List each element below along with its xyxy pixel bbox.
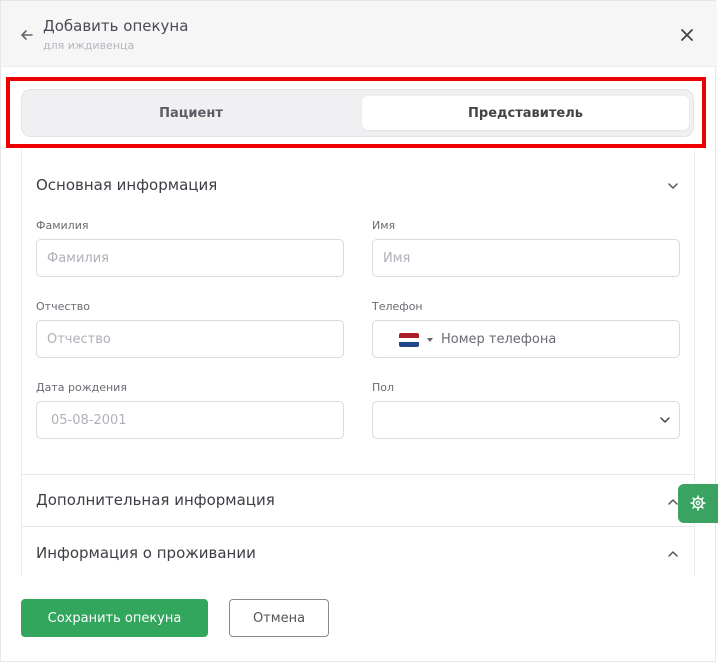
birth-date-label: Дата рождения <box>36 381 127 394</box>
first-name-label: Имя <box>372 219 396 232</box>
modal-header: Добавить опекуна для иждивенца <box>1 1 717 67</box>
form-content: Основная информация Фамилия Имя Отчество… <box>21 149 695 577</box>
phone-field <box>372 320 680 358</box>
close-icon[interactable] <box>680 28 694 42</box>
add-guardian-modal: Добавить опекуна для иждивенца Пациент П… <box>0 0 717 662</box>
gender-select[interactable] <box>372 401 680 439</box>
section-additional-info-title: Дополнительная информация <box>36 491 275 509</box>
section-basic-info-header[interactable]: Основная информация <box>22 159 694 211</box>
netherlands-flag-icon[interactable] <box>399 333 419 347</box>
section-additional-info-header[interactable]: Дополнительная информация <box>22 475 694 527</box>
middle-name-input[interactable] <box>36 320 344 358</box>
save-guardian-button[interactable]: Сохранить опекуна <box>21 599 208 637</box>
birth-date-input[interactable] <box>36 401 344 439</box>
highlight-frame <box>6 77 706 148</box>
section-basic-info-title: Основная информация <box>36 176 218 194</box>
arrow-left-icon[interactable] <box>19 27 35 43</box>
last-name-input[interactable] <box>36 239 344 277</box>
phone-label: Телефон <box>372 300 423 313</box>
cancel-button[interactable]: Отмена <box>229 599 329 637</box>
gear-icon <box>690 495 706 511</box>
country-dropdown-caret-icon[interactable] <box>427 338 433 342</box>
settings-side-tab[interactable] <box>678 484 718 523</box>
gender-label: Пол <box>372 381 395 394</box>
chevron-down-icon <box>668 183 678 189</box>
section-residence-info-header[interactable]: Информация о проживании <box>22 527 694 577</box>
middle-name-label: Отчество <box>36 300 91 313</box>
chevron-up-icon <box>668 551 678 557</box>
last-name-label: Фамилия <box>36 219 89 232</box>
chevron-down-icon <box>660 417 670 423</box>
phone-input[interactable] <box>441 325 671 353</box>
modal-subtitle: для иждивенца <box>43 39 135 52</box>
section-residence-info-title: Информация о проживании <box>36 544 256 562</box>
first-name-input[interactable] <box>372 239 680 277</box>
modal-title: Добавить опекуна <box>43 17 189 35</box>
